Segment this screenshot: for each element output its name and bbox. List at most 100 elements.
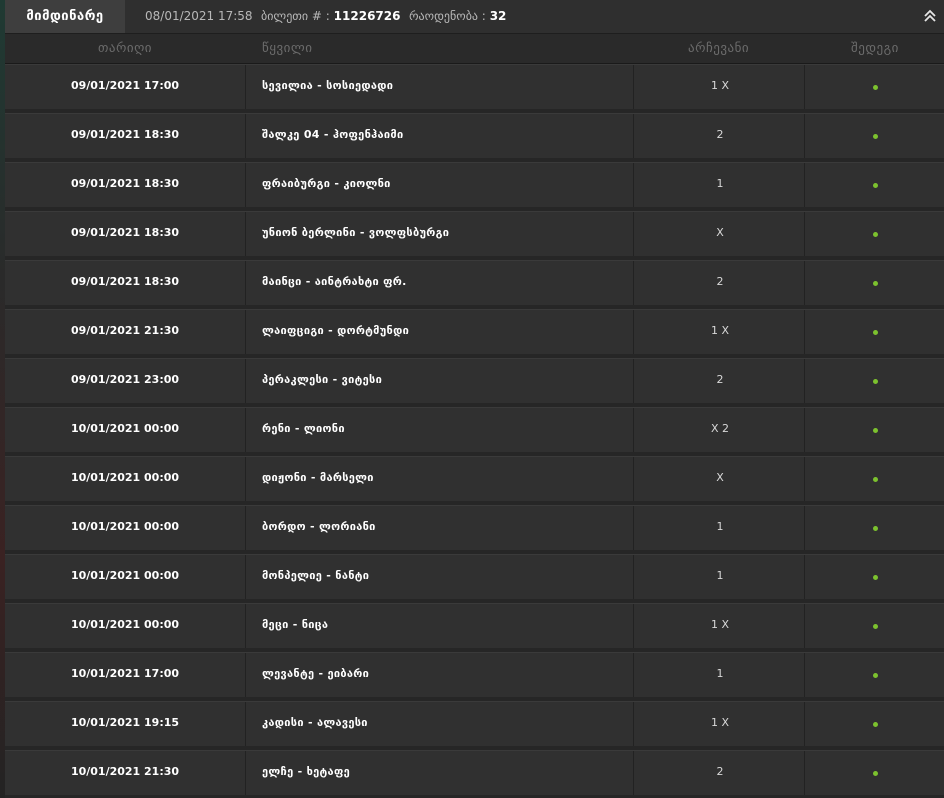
row-match: სევილია - სოსიედადი bbox=[247, 65, 634, 109]
ticket-number-label: ბილეთი # : bbox=[261, 9, 330, 23]
row-pick: X bbox=[636, 212, 805, 256]
row-date: 09/01/2021 23:00 bbox=[5, 359, 246, 403]
bets-table: 09/01/2021 17:00 სევილია - სოსიედადი 1 X 09… bbox=[5, 64, 944, 798]
ticket-number: 11226726 bbox=[333, 9, 401, 23]
row-date: 10/01/2021 00:00 bbox=[5, 604, 246, 648]
status-dot-icon bbox=[873, 134, 878, 139]
row-pick: 1 X bbox=[636, 702, 805, 746]
status-dot-icon bbox=[873, 477, 878, 482]
column-header-match: წყვილი bbox=[262, 41, 313, 56]
row-result bbox=[806, 506, 944, 550]
row-date: 10/01/2021 00:00 bbox=[5, 408, 246, 452]
row-match: ლაიფციგი - დორტმუნდი bbox=[247, 310, 634, 354]
row-result bbox=[806, 751, 944, 795]
row-pick: 1 bbox=[636, 506, 805, 550]
row-result bbox=[806, 604, 944, 648]
row-match: რენი - ლიონი bbox=[247, 408, 634, 452]
table-row: 10/01/2021 21:30 ელჩე - ხეტაფე 2 bbox=[5, 750, 944, 795]
status-dot-icon bbox=[873, 771, 878, 776]
row-pick: 1 bbox=[636, 163, 805, 207]
row-date: 09/01/2021 21:30 bbox=[5, 310, 246, 354]
row-date: 10/01/2021 00:00 bbox=[5, 555, 246, 599]
row-pick: 1 bbox=[636, 653, 805, 697]
row-date: 10/01/2021 17:00 bbox=[5, 653, 246, 697]
row-match: კადისი - ალავესი bbox=[247, 702, 634, 746]
ticket-panel: მიმდინარე 08/01/2021 17:58 ბილეთი # : 11… bbox=[5, 0, 944, 798]
row-pick: 1 X bbox=[636, 604, 805, 648]
row-date: 10/01/2021 00:00 bbox=[5, 506, 246, 550]
row-match: ლევანტე - ეიბარი bbox=[247, 653, 634, 697]
table-row: 09/01/2021 21:30 ლაიფციგი - დორტმუნდი 1 X bbox=[5, 309, 944, 354]
row-result bbox=[806, 212, 944, 256]
row-pick: 2 bbox=[636, 751, 805, 795]
status-dot-icon bbox=[873, 722, 878, 727]
column-headers: თარიღი წყვილი არჩევანი შედეგი bbox=[5, 34, 944, 64]
row-result bbox=[806, 555, 944, 599]
table-row: 09/01/2021 18:30 უნიონ ბერლინი - ვოლფსბურ… bbox=[5, 211, 944, 256]
row-match: დიჟონი - მარსელი bbox=[247, 457, 634, 501]
row-result bbox=[806, 457, 944, 501]
status-dot-icon bbox=[873, 85, 878, 90]
row-pick: 1 X bbox=[636, 65, 805, 109]
status-dot-icon bbox=[873, 624, 878, 629]
row-match: შალკე 04 - ჰოფენჰაიმი bbox=[247, 114, 634, 158]
row-date: 10/01/2021 00:00 bbox=[5, 457, 246, 501]
row-pick: 2 bbox=[636, 114, 805, 158]
row-match: უნიონ ბერლინი - ვოლფსბურგი bbox=[247, 212, 634, 256]
status-dot-icon bbox=[873, 281, 878, 286]
ticket-header: მიმდინარე 08/01/2021 17:58 ბილეთი # : 11… bbox=[5, 0, 944, 34]
status-dot-icon bbox=[873, 330, 878, 335]
column-header-date: თარიღი bbox=[98, 41, 153, 56]
column-header-pick: არჩევანი bbox=[688, 41, 750, 56]
column-header-result: შედეგი bbox=[851, 41, 899, 56]
row-result bbox=[806, 163, 944, 207]
table-row: 10/01/2021 17:00 ლევანტე - ეიბარი 1 bbox=[5, 652, 944, 697]
table-row: 10/01/2021 19:15 კადისი - ალავესი 1 X bbox=[5, 701, 944, 746]
row-match: პერაკლესი - ვიტესი bbox=[247, 359, 634, 403]
table-row: 09/01/2021 18:30 შალკე 04 - ჰოფენჰაიმი 2 bbox=[5, 113, 944, 158]
background: მიმდინარე 08/01/2021 17:58 ბილეთი # : 11… bbox=[0, 0, 944, 798]
row-match: ბორდო - ლორიანი bbox=[247, 506, 634, 550]
row-result bbox=[806, 408, 944, 452]
row-pick: 1 X bbox=[636, 310, 805, 354]
status-dot-icon bbox=[873, 526, 878, 531]
row-result bbox=[806, 114, 944, 158]
row-date: 10/01/2021 19:15 bbox=[5, 702, 246, 746]
table-row: 09/01/2021 18:30 მაინცი - აინტრახტი ფრ. 2 bbox=[5, 260, 944, 305]
count-value: 32 bbox=[489, 9, 507, 23]
collapse-icon[interactable] bbox=[922, 8, 938, 24]
table-row: 09/01/2021 18:30 ფრაიბურგი - კიოლნი 1 bbox=[5, 162, 944, 207]
ticket-number-group: ბილეთი # : 11226726 bbox=[261, 0, 400, 33]
row-match: მეცი - ნიცა bbox=[247, 604, 634, 648]
row-pick: X 2 bbox=[636, 408, 805, 452]
status-dot-icon bbox=[873, 183, 878, 188]
status-dot-icon bbox=[873, 379, 878, 384]
status-dot-icon bbox=[873, 575, 878, 580]
table-row: 10/01/2021 00:00 მეცი - ნიცა 1 X bbox=[5, 603, 944, 648]
row-pick: X bbox=[636, 457, 805, 501]
row-result bbox=[806, 310, 944, 354]
table-row: 09/01/2021 17:00 სევილია - სოსიედადი 1 X bbox=[5, 64, 944, 109]
row-pick: 2 bbox=[636, 359, 805, 403]
table-row: 10/01/2021 00:00 რენი - ლიონი X 2 bbox=[5, 407, 944, 452]
row-result bbox=[806, 702, 944, 746]
row-date: 09/01/2021 18:30 bbox=[5, 163, 246, 207]
row-match: მაინცი - აინტრახტი ფრ. bbox=[247, 261, 634, 305]
count-group: რაოდენობა : 32 bbox=[409, 0, 506, 33]
row-result bbox=[806, 359, 944, 403]
row-date: 09/01/2021 18:30 bbox=[5, 114, 246, 158]
row-pick: 1 bbox=[636, 555, 805, 599]
row-pick: 2 bbox=[636, 261, 805, 305]
row-result bbox=[806, 261, 944, 305]
count-label: რაოდენობა : bbox=[409, 9, 486, 23]
status-tab[interactable]: მიმდინარე bbox=[5, 0, 125, 33]
row-date: 09/01/2021 18:30 bbox=[5, 212, 246, 256]
row-match: მონპელიე - ნანტი bbox=[247, 555, 634, 599]
row-date: 10/01/2021 21:30 bbox=[5, 751, 246, 795]
ticket-date: 08/01/2021 17:58 bbox=[145, 9, 253, 23]
status-dot-icon bbox=[873, 232, 878, 237]
row-match: ფრაიბურგი - კიოლნი bbox=[247, 163, 634, 207]
row-match: ელჩე - ხეტაფე bbox=[247, 751, 634, 795]
table-row: 10/01/2021 00:00 დიჟონი - მარსელი X bbox=[5, 456, 944, 501]
table-row: 09/01/2021 23:00 პერაკლესი - ვიტესი 2 bbox=[5, 358, 944, 403]
